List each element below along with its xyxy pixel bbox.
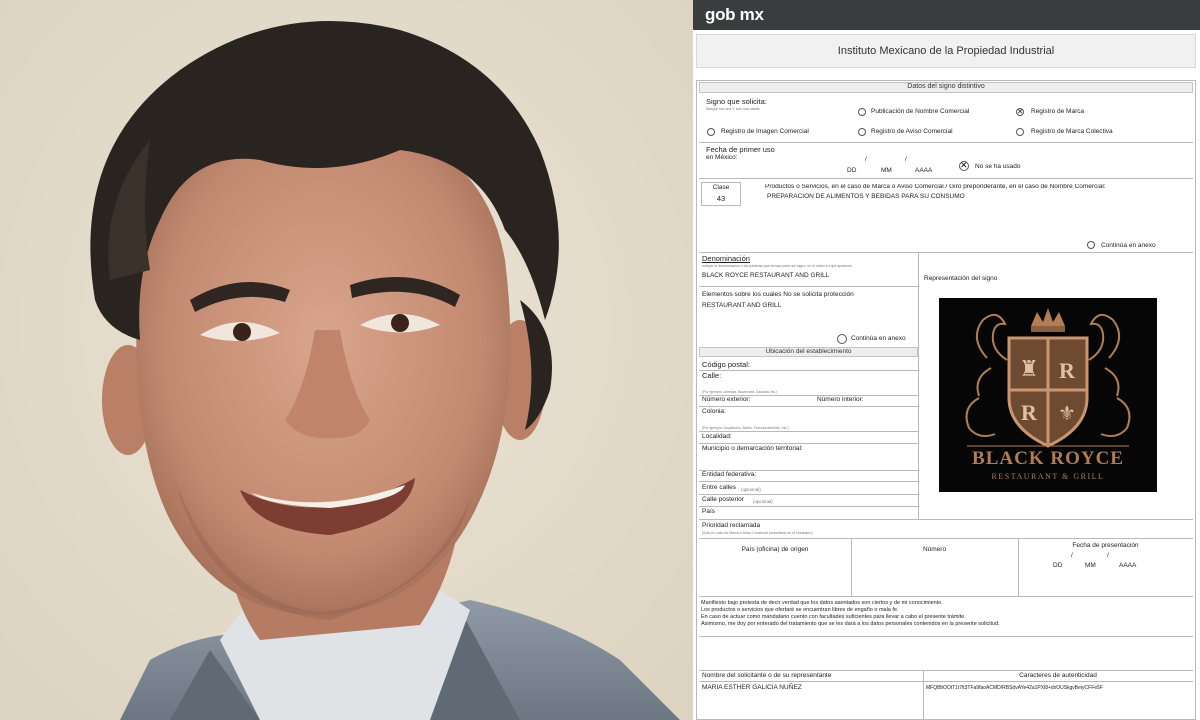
colonia-label: Colonia: (702, 408, 726, 415)
num-int-label: Número interior: (817, 396, 864, 403)
products-value[interactable]: PREPARACION DE ALIMENTOS Y BEBIDAS PARA … (767, 193, 965, 201)
pais-origen-label: País (oficina) de origen (741, 546, 809, 553)
radio-imagen-comercial[interactable] (707, 128, 715, 136)
prioridad-aaaa: AAAA (1119, 562, 1137, 569)
option-label: Registro de Marca (1031, 108, 1085, 115)
calle-hint: (Por ejemplo: Avenida, Boulevard, Calzad… (702, 390, 778, 394)
svg-text:R: R (1021, 400, 1038, 425)
svg-text:♜: ♜ (1019, 356, 1039, 381)
first-use-dd: DD (847, 167, 857, 174)
ubicacion-title: Ubicación del establecimiento (699, 347, 918, 357)
trademark-application-form: gob mx Instituto Mexicano de la Propieda… (693, 0, 1200, 720)
black-royce-logo: ♜ R R ⚜ BLACK ROYCE RESTAURANT & GRILL (939, 298, 1157, 492)
colonia-hint: (Por ejemplo: Ampliación, Barrio, Fracci… (702, 426, 789, 430)
fecha-presentacion-label: Fecha de presentación (1072, 542, 1139, 549)
logo-tagline: RESTAURANT & GRILL (991, 472, 1105, 481)
codigo-postal-label: Código postal: (702, 360, 750, 369)
declaracion-line: Asimismo, me doy por enterado del tratam… (701, 621, 1000, 627)
declaracion-line: Los productos o servicios que ofertaré s… (701, 607, 899, 613)
first-use-mm: MM (881, 167, 892, 174)
signo-label: Signo que solicita: (706, 97, 767, 106)
denominacion-value[interactable]: BLACK ROYCE RESTAURANT AND GRILL (702, 272, 829, 280)
gob-header-bar: gob mx (693, 0, 1200, 30)
logo-name: BLACK ROYCE (972, 448, 1124, 469)
autenticidad-value: MFQlBtOOtT1t7lt3TFa9faoACMD/RBSdvAYe42a1… (926, 685, 1103, 691)
calle-posterior-optional: (opcional) (753, 499, 773, 504)
option-label: Publicación de Nombre Comercial (871, 108, 970, 115)
solicitante-label: Nombre del solicitante o de su represent… (702, 672, 832, 679)
radio-marca-colectiva[interactable] (1016, 128, 1024, 136)
elementos-label: Elementos sobre los cuales No se solicit… (702, 291, 854, 298)
crown-icon (1031, 308, 1065, 326)
portrait-photo (0, 0, 693, 720)
svg-text:R: R (1059, 358, 1076, 383)
signo-hint: Marque con una X solo una casilla (706, 107, 760, 111)
clase-value[interactable]: 43 (701, 195, 741, 203)
radio-no-usado[interactable] (959, 160, 969, 171)
representacion-label: Representación del signo (924, 275, 998, 282)
numero-label: Número (922, 546, 947, 553)
solicitante-value[interactable]: MARIA ESTHER GALICIA NUÑEZ (702, 684, 802, 692)
declaracion-line: Manifiesto bajo protesta de decir verdad… (701, 600, 943, 606)
first-use-label: Fecha de primer uso (706, 145, 775, 154)
institute-title: Instituto Mexicano de la Propiedad Indus… (837, 45, 1055, 57)
portrait-illustration (0, 0, 693, 720)
first-use-aaaa: AAAA (915, 167, 933, 174)
continua-label: Continúa en anexo (1101, 242, 1156, 249)
clase-label: Clase (712, 184, 730, 191)
option-label: Registro de Marca Colectiva (1031, 128, 1113, 135)
institute-banner: Instituto Mexicano de la Propiedad Indus… (696, 34, 1196, 68)
radio-continua-anexo-productos[interactable] (1087, 241, 1095, 249)
localidad-label: Localidad: (702, 433, 732, 440)
calle-posterior-label: Calle posterior (702, 496, 744, 503)
gob-brand-logo: gob mx (705, 5, 764, 24)
entre-calles-label: Entre calles (702, 484, 736, 491)
prioridad-label: Prioridad reclamada (702, 522, 761, 529)
autenticidad-label: Caracteres de autenticidad (1019, 672, 1097, 679)
section-sign-title: Datos del signo distintivo (699, 82, 1193, 93)
not-used-label: No se ha usado (975, 163, 1021, 170)
radio-aviso-comercial[interactable] (858, 128, 866, 136)
prioridad-mm: MM (1085, 562, 1096, 569)
elementos-value[interactable]: RESTAURANT AND GRILL (702, 302, 781, 310)
option-label: Registro de Imagen Comercial (721, 128, 809, 135)
num-ext-label: Número exterior: (702, 396, 751, 403)
svg-text:⚜: ⚜ (1058, 403, 1076, 425)
calle-label: Calle: (702, 371, 722, 380)
pais-label: País (702, 508, 716, 515)
denominacion-hint: Indique la denominación o las palabras q… (702, 264, 853, 268)
municipio-label: Municipio o demarcación territorial: (702, 445, 803, 452)
entre-calles-optional: (opcional) (741, 487, 761, 492)
products-label: Productos o Servicios, en el caso de Mar… (765, 184, 1106, 190)
radio-registro-marca[interactable] (1016, 107, 1024, 116)
prioridad-dd: DD (1053, 562, 1063, 569)
option-label: Registro de Aviso Comercial (871, 128, 953, 135)
declaracion-line: En caso de actuar como mandatario cuento… (701, 614, 966, 620)
continua-label: Continúa en anexo (851, 335, 906, 342)
radio-nombre-comercial[interactable] (858, 108, 866, 116)
first-use-sublabel: en México: (706, 154, 738, 161)
denominacion-label: Denominación (702, 254, 750, 263)
radio-continua-anexo-elementos[interactable] (837, 334, 847, 344)
entidad-label: Entidad federativa: (702, 471, 757, 478)
prioridad-hint: (Sólo en caso de Marca o Aviso Comercial… (702, 531, 813, 535)
